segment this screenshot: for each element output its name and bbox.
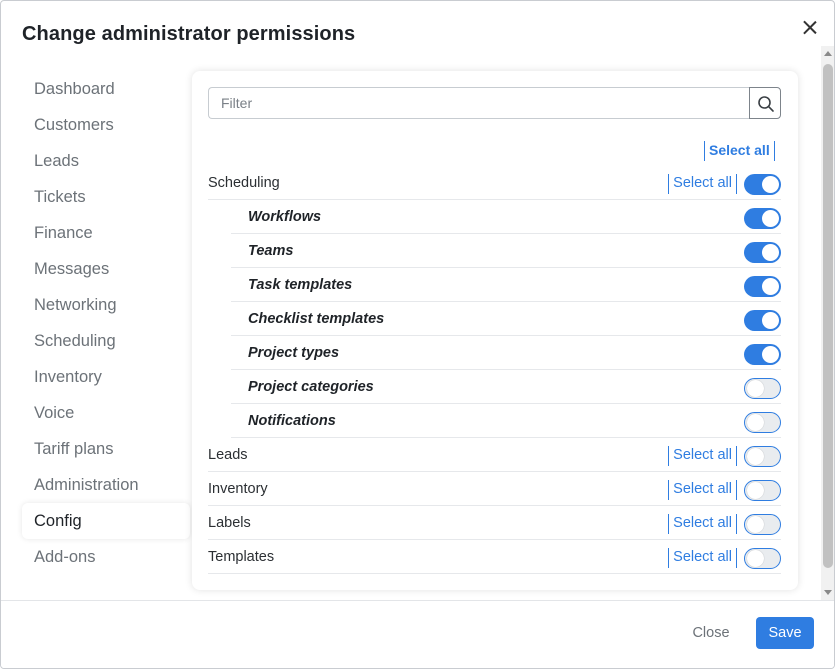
group-row-scheduling: Scheduling Select all [208,166,781,200]
sidebar-item-voice[interactable]: Voice [22,395,190,431]
permission-row-project-types: Project types [231,336,781,370]
permission-label: Notifications [248,413,336,429]
group-row-inventory: Inventory Select all [208,472,781,506]
permission-rows: Scheduling Select all Workflows Teams Task t… [208,166,781,574]
permission-row-notifications: Notifications [231,404,781,438]
toggle-knob [747,414,764,431]
save-button[interactable]: Save [756,617,814,649]
permission-row-workflows: Workflows [231,200,781,234]
toggle-knob [762,346,779,363]
toggle-knob [747,448,764,465]
toggle-templates[interactable] [744,548,781,569]
toggle-inventory[interactable] [744,480,781,501]
group-label: Scheduling [208,175,280,191]
dialog-title: Change administrator permissions [22,23,356,45]
sidebar-item-leads[interactable]: Leads [22,143,190,179]
toggle-knob [762,244,779,261]
permission-row-project-categories: Project categories [231,370,781,404]
toggle-knob [747,380,764,397]
toggle-knob [762,210,779,227]
close-icon[interactable] [799,17,821,39]
permission-label: Workflows [248,209,322,225]
sidebar-item-tickets[interactable]: Tickets [22,179,190,215]
sidebar-item-scheduling[interactable]: Scheduling [22,323,190,359]
toggle-knob [747,482,764,499]
toggle-workflows[interactable] [744,208,781,229]
permissions-sidebar: Dashboard Customers Leads Tickets Finance Mes… [22,71,190,575]
permission-label: Teams [248,243,294,259]
permissions-panel: Select all Scheduling Select all Workflows… [192,71,798,590]
toggle-scheduling[interactable] [744,174,781,195]
permission-label: Project categories [248,379,374,395]
sidebar-item-customers[interactable]: Customers [22,107,190,143]
dialog-footer: Close Save [1,600,834,668]
search-icon [758,96,774,112]
scroll-up-arrow-icon[interactable] [824,51,832,56]
sidebar-item-messages[interactable]: Messages [22,251,190,287]
dialog-body: Dashboard Customers Leads Tickets Finance Mes… [1,61,834,600]
toggle-notifications[interactable] [744,412,781,433]
toggle-task-templates[interactable] [744,276,781,297]
sidebar-item-add-ons[interactable]: Add-ons [22,539,190,575]
toggle-teams[interactable] [744,242,781,263]
permission-row-teams: Teams [231,234,781,268]
sidebar-item-config[interactable]: Config [22,503,190,539]
toggle-leads[interactable] [744,446,781,467]
scrollbar[interactable] [821,46,834,600]
search-button[interactable] [749,87,781,119]
sidebar-item-administration[interactable]: Administration [22,467,190,503]
toggle-project-categories[interactable] [744,378,781,399]
permission-label: Task templates [248,277,353,293]
scroll-down-arrow-icon[interactable] [824,590,832,595]
sidebar-item-networking[interactable]: Networking [22,287,190,323]
group-label: Inventory [208,481,268,497]
select-all-scheduling[interactable]: Select all [668,174,737,194]
select-all-leads[interactable]: Select all [668,446,737,466]
scroll-thumb[interactable] [823,64,833,568]
toggle-knob [747,516,764,533]
toggle-knob [762,278,779,295]
toggle-checklist-templates[interactable] [744,310,781,331]
select-all-templates[interactable]: Select all [668,548,737,568]
permission-row-checklist-templates: Checklist templates [231,302,781,336]
permissions-dialog: Change administrator permissions Dashboa… [0,0,835,669]
permission-label: Project types [248,345,340,361]
sidebar-item-tariff-plans[interactable]: Tariff plans [22,431,190,467]
toggle-project-types[interactable] [744,344,781,365]
group-label: Templates [208,549,275,565]
group-label: Labels [208,515,251,531]
select-all-labels[interactable]: Select all [668,514,737,534]
toggle-knob [762,312,779,329]
group-row-leads: Leads Select all [208,438,781,472]
group-row-templates: Templates Select all [208,540,781,574]
sidebar-item-finance[interactable]: Finance [22,215,190,251]
toggle-labels[interactable] [744,514,781,535]
permission-label: Checklist templates [248,311,385,327]
sidebar-item-dashboard[interactable]: Dashboard [22,71,190,107]
toggle-knob [747,550,764,567]
select-all-global[interactable]: Select all [704,141,775,161]
group-row-labels: Labels Select all [208,506,781,540]
close-button[interactable]: Close [677,617,745,649]
toggle-knob [762,176,779,193]
permission-row-task-templates: Task templates [231,268,781,302]
select-all-inventory[interactable]: Select all [668,480,737,500]
group-label: Leads [208,447,248,463]
filter-group [208,87,781,119]
filter-input[interactable] [208,87,750,119]
sidebar-item-inventory[interactable]: Inventory [22,359,190,395]
